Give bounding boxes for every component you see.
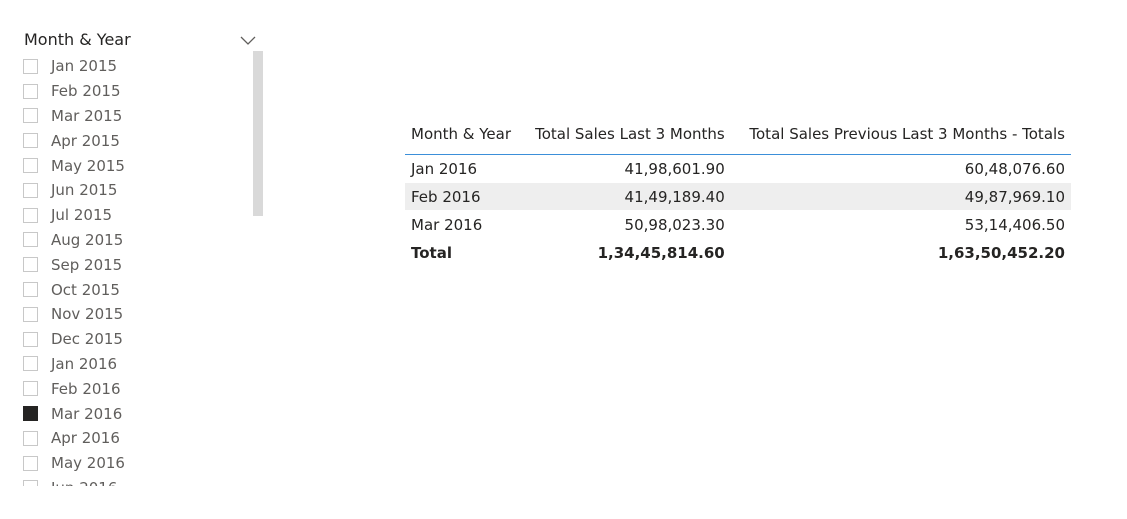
- checkbox[interactable]: [23, 480, 38, 486]
- slicer-header: Month & Year: [24, 28, 258, 52]
- cell-month-year: Feb 2016: [405, 182, 522, 211]
- cell-total-sales-last-3-months: 41,98,601.90: [521, 154, 731, 183]
- checkbox[interactable]: [23, 83, 38, 99]
- checkbox[interactable]: [23, 133, 38, 149]
- slicer-item-label: Mar 2016: [51, 404, 123, 423]
- slicer-item-label: Apr 2015: [51, 131, 120, 150]
- sales-table: Month & Year Total Sales Last 3 Months T…: [405, 118, 1071, 267]
- slicer-item-label: Sep 2015: [51, 255, 123, 274]
- column-header-month-year[interactable]: Month & Year: [405, 118, 522, 155]
- slicer-item[interactable]: Mar 2016: [23, 401, 247, 426]
- cell-total-sales-last-3-months: 41,49,189.40: [521, 182, 731, 211]
- slicer-item[interactable]: Dec 2015: [23, 327, 247, 352]
- checkbox[interactable]: [23, 455, 38, 471]
- checkbox[interactable]: [23, 158, 38, 174]
- slicer-item[interactable]: Aug 2015: [23, 228, 247, 253]
- checkbox[interactable]: [23, 306, 38, 322]
- table-row: Jan 2016 41,98,601.90 60,48,076.60: [405, 154, 1071, 183]
- slicer-item-list: Jan 2015 Feb 2015 Mar 2015 Apr 2015 May 2015…: [23, 54, 247, 486]
- checkbox[interactable]: [23, 356, 38, 372]
- sales-table-grid: Month & Year Total Sales Last 3 Months T…: [405, 118, 1071, 267]
- checkbox[interactable]: [23, 207, 38, 223]
- slicer-item-label: Apr 2016: [51, 429, 120, 448]
- slicer-item[interactable]: Apr 2015: [23, 128, 247, 153]
- checkbox[interactable]: [23, 257, 38, 273]
- slicer-item[interactable]: Jun 2015: [23, 178, 247, 203]
- checkbox[interactable]: [23, 108, 38, 124]
- cell-month-year: Jan 2016: [405, 154, 522, 183]
- slicer-item[interactable]: Mar 2015: [23, 104, 247, 129]
- total-sales-previous-last-3-months: 1,63,50,452.20: [730, 238, 1071, 267]
- slicer-item[interactable]: Feb 2016: [23, 376, 247, 401]
- slicer-item[interactable]: Jan 2015: [23, 54, 247, 79]
- slicer-item[interactable]: Feb 2015: [23, 79, 247, 104]
- table-row: Feb 2016 41,49,189.40 49,87,969.10: [405, 182, 1071, 211]
- slicer-item-label: Feb 2016: [51, 379, 121, 398]
- slicer-item-label: Jul 2015: [51, 206, 113, 225]
- slicer-item[interactable]: Jun 2016: [23, 476, 247, 486]
- slicer-item-label: Feb 2015: [51, 82, 121, 101]
- slicer-item[interactable]: May 2016: [23, 451, 247, 476]
- checkbox-checked[interactable]: [23, 406, 38, 422]
- table-row: Mar 2016 50,98,023.30 53,14,406.50: [405, 210, 1071, 239]
- cell-total-sales-previous-last-3-months: 53,14,406.50: [730, 210, 1071, 239]
- slicer-item-label: Mar 2015: [51, 106, 123, 125]
- slicer-item[interactable]: Sep 2015: [23, 252, 247, 277]
- slicer-item-label: Jun 2016: [51, 479, 117, 486]
- checkbox[interactable]: [23, 282, 38, 298]
- column-header-total-sales-previous-last-3-months[interactable]: Total Sales Previous Last 3 Months - Tot…: [730, 118, 1071, 155]
- slicer-item-label: Jun 2015: [51, 181, 118, 200]
- chevron-down-icon[interactable]: [238, 30, 258, 50]
- cell-total-sales-previous-last-3-months: 60,48,076.60: [730, 154, 1071, 183]
- slicer-item-label: Jan 2015: [51, 57, 118, 76]
- slicer-item-label: May 2016: [51, 454, 125, 473]
- column-header-total-sales-last-3-months[interactable]: Total Sales Last 3 Months: [521, 118, 731, 155]
- slicer-item[interactable]: Oct 2015: [23, 277, 247, 302]
- slicer-scrollbar[interactable]: [253, 51, 263, 216]
- cell-total-sales-last-3-months: 50,98,023.30: [521, 210, 731, 239]
- slicer-item-label: Oct 2015: [51, 280, 120, 299]
- checkbox[interactable]: [23, 430, 38, 446]
- total-sales-last-3-months: 1,34,45,814.60: [521, 238, 731, 267]
- table-header-row: Month & Year Total Sales Last 3 Months T…: [405, 118, 1071, 155]
- slicer-title: Month & Year: [24, 30, 131, 49]
- checkbox[interactable]: [23, 331, 38, 347]
- slicer-item[interactable]: Nov 2015: [23, 302, 247, 327]
- checkbox[interactable]: [23, 232, 38, 248]
- checkbox[interactable]: [23, 381, 38, 397]
- checkbox[interactable]: [23, 182, 38, 198]
- slicer-item[interactable]: May 2015: [23, 153, 247, 178]
- slicer-item[interactable]: Jul 2015: [23, 203, 247, 228]
- month-year-slicer: Month & Year Jan 2015 Feb 2015 Mar 2015 Apr…: [16, 24, 266, 486]
- slicer-item-label: Aug 2015: [51, 230, 124, 249]
- slicer-item[interactable]: Jan 2016: [23, 352, 247, 377]
- slicer-item[interactable]: Apr 2016: [23, 426, 247, 451]
- slicer-item-label: Jan 2016: [51, 354, 118, 373]
- total-label: Total: [405, 238, 522, 267]
- slicer-item-label: May 2015: [51, 156, 125, 175]
- cell-total-sales-previous-last-3-months: 49,87,969.10: [730, 182, 1071, 211]
- checkbox[interactable]: [23, 58, 38, 74]
- table-total-row: Total 1,34,45,814.60 1,63,50,452.20: [405, 238, 1071, 267]
- slicer-item-label: Nov 2015: [51, 305, 124, 324]
- cell-month-year: Mar 2016: [405, 210, 522, 239]
- slicer-item-label: Dec 2015: [51, 330, 123, 349]
